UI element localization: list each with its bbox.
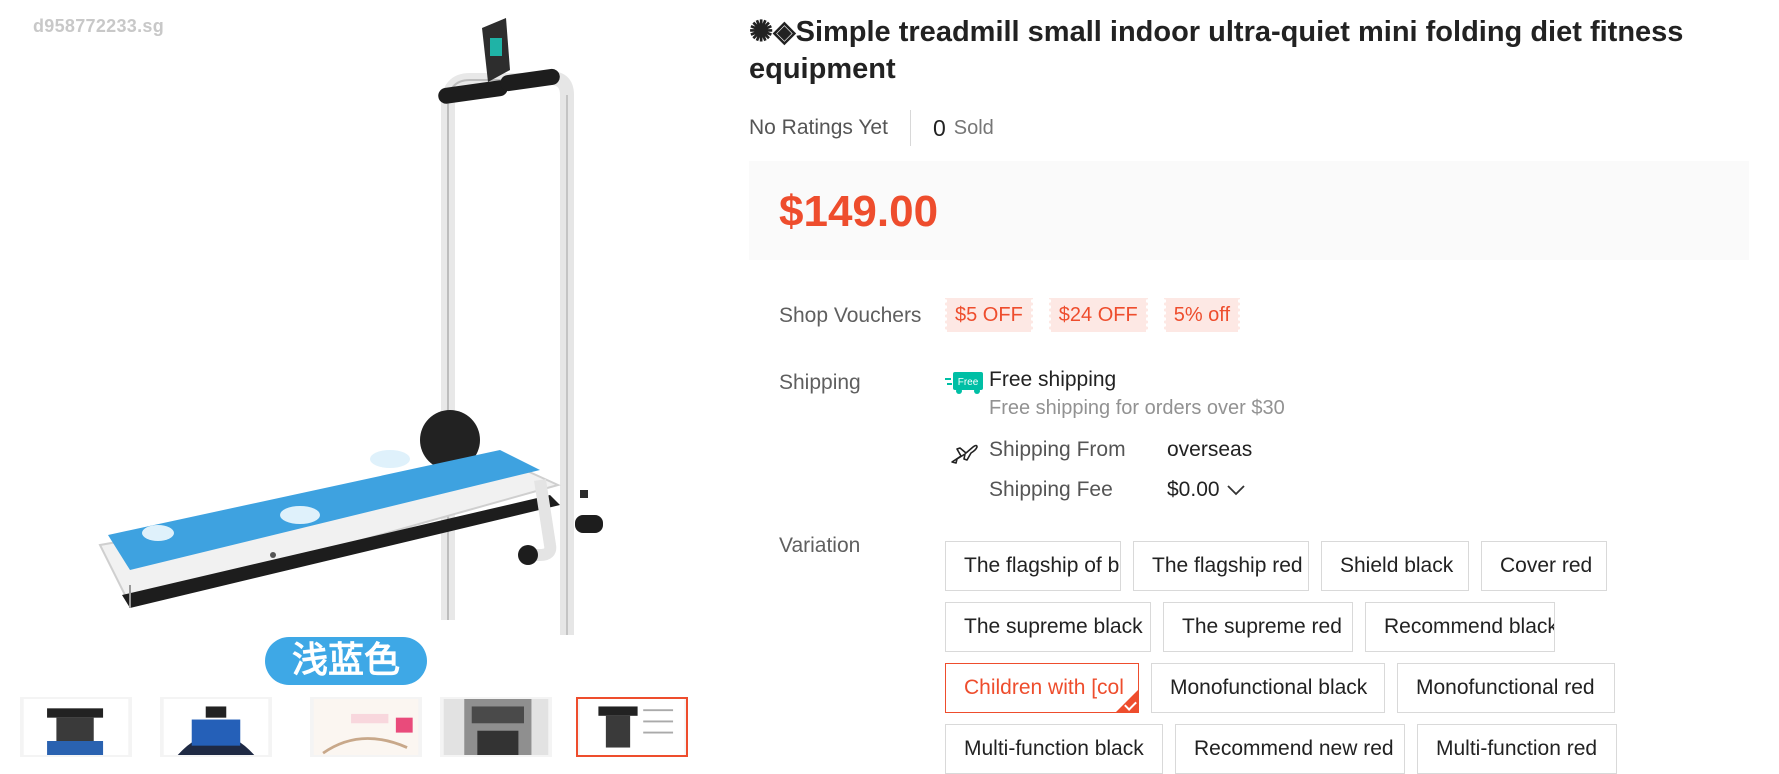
selected-check-icon [1116,690,1138,712]
shipping-from-value: overseas [1167,438,1253,461]
variation-option[interactable]: Monofunctional black [1151,663,1385,713]
ratings-text[interactable]: No Ratings Yet [749,116,910,140]
rating-row: No Ratings Yet 0 Sold [749,110,994,146]
voucher-24-off[interactable]: $24 OFF [1047,298,1149,332]
voucher-5-off[interactable]: $5 OFF [944,298,1034,332]
variation-option[interactable]: Cover red [1481,541,1607,591]
product-main-image[interactable] [30,0,700,690]
free-shipping-subtitle: Free shipping for orders over $30 [989,397,1285,419]
shipping-fee-label: Shipping Fee [989,478,1113,501]
variation-option-label: Children with [col [964,676,1124,699]
shop-vouchers-label: Shop Vouchers [779,304,922,327]
airplane-icon [951,444,978,464]
product-title: ✺◈Simple treadmill small indoor ultra-qu… [749,16,1684,85]
variation-option[interactable]: Recommend black [1365,602,1555,652]
variation-option[interactable]: Monofunctional red [1397,663,1615,713]
variation-option[interactable]: Shield black [1321,541,1469,591]
sold-count: 0 [932,114,946,141]
voucher-5-percent-off[interactable]: 5% off [1162,298,1242,332]
thumbnail-5[interactable] [576,697,688,757]
variation-option[interactable]: The flagship of bl [945,541,1121,591]
price-box: $149.00 [749,161,1749,260]
shipping-fee-value: $0.00 [1167,478,1220,501]
product-price: $149.00 [779,187,939,236]
variation-option[interactable]: Multi-function black [945,724,1163,774]
variation-option[interactable]: The supreme black [945,602,1151,652]
shipping-from-label: Shipping From [989,438,1126,461]
sold-label: Sold [953,116,994,139]
chevron-down-icon [1226,485,1245,496]
product-info: ✺◈Simple treadmill small indoor ultra-qu… [749,0,1779,774]
shipping-label: Shipping [779,371,861,394]
thumbnail-strip [20,697,700,757]
product-gallery: d958772233.sg 浅蓝色 [0,0,700,757]
color-badge: 浅蓝色 [265,637,427,685]
thumbnail-3[interactable] [310,697,422,757]
free-icon-text: Free [958,377,979,388]
thumbnail-2[interactable] [160,697,272,757]
thumbnail-1[interactable] [20,697,132,757]
image-watermark: d958772233.sg [33,16,164,36]
variation-option[interactable]: The supreme red [1163,602,1353,652]
variation-label: Variation [779,534,861,557]
variation-option-selected[interactable]: Children with [col [945,663,1139,713]
thumbnail-4[interactable] [440,697,552,757]
variation-option[interactable]: Multi-function red [1417,724,1617,774]
variation-option[interactable]: The flagship red [1133,541,1309,591]
free-shipping-title: Free shipping [989,368,1117,391]
shipping-fee-dropdown[interactable]: $0.00 [1167,478,1246,502]
free-shipping-icon: Free [945,372,983,394]
voucher-list: $5 OFF $24 OFF 5% off [944,298,1242,332]
variation-option[interactable]: Recommend new red [1175,724,1405,774]
